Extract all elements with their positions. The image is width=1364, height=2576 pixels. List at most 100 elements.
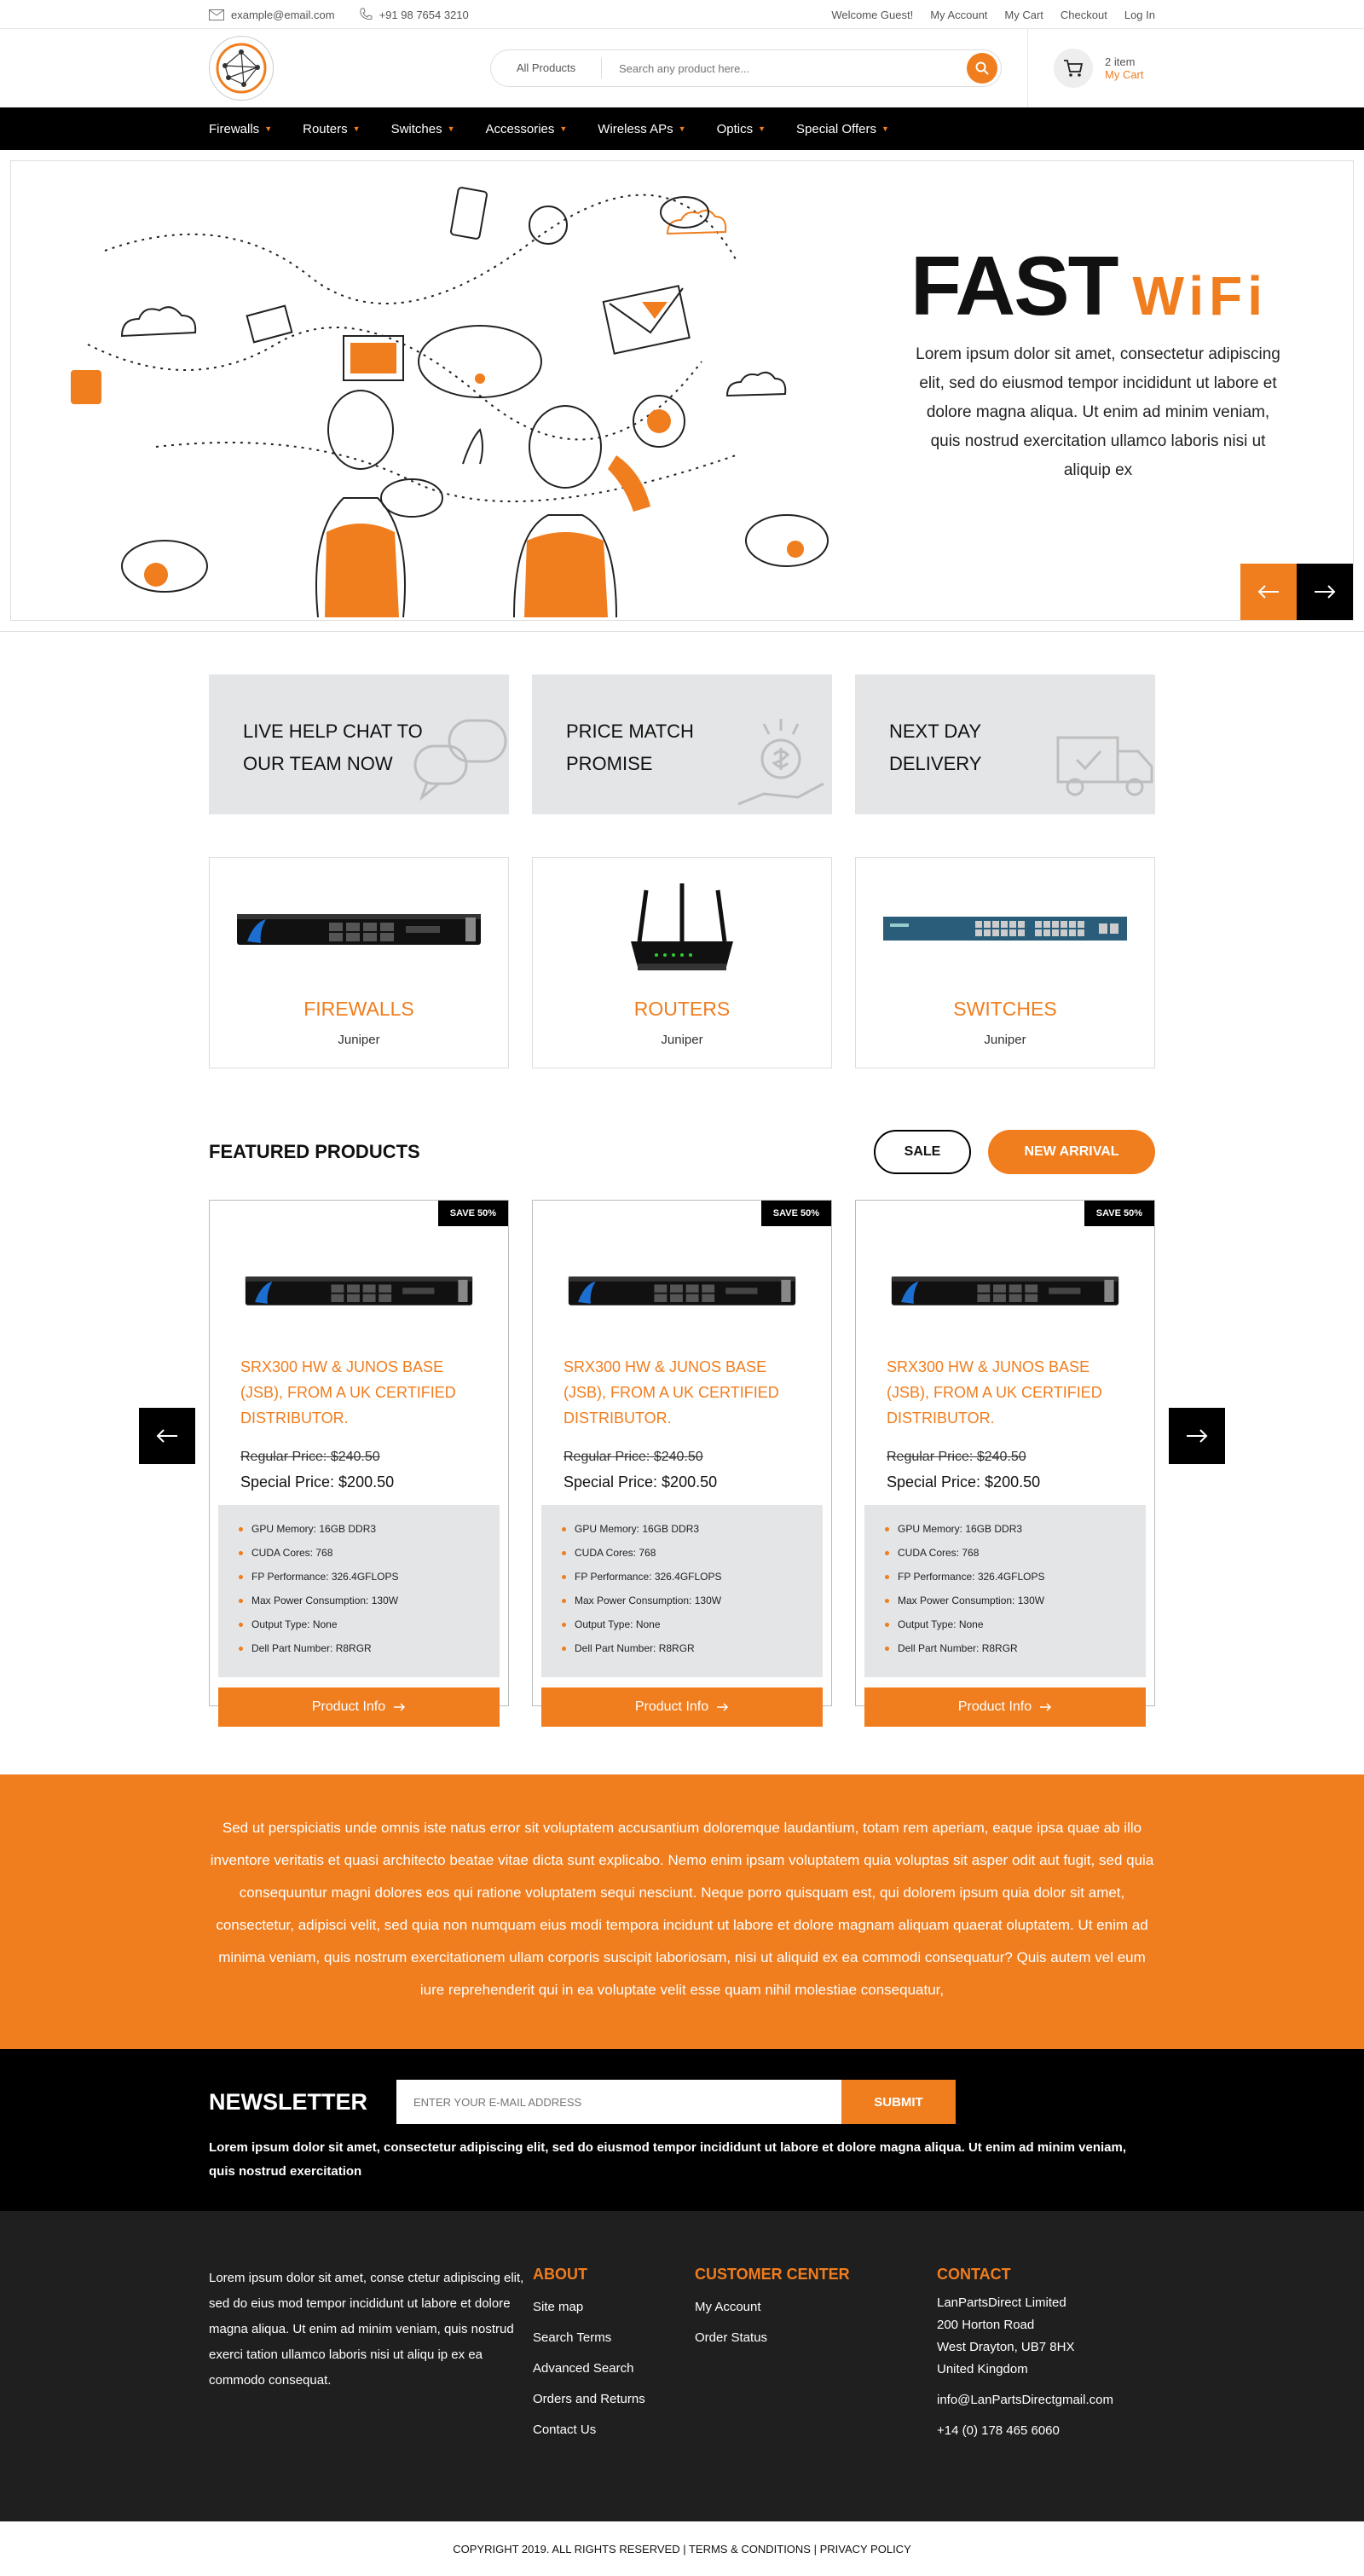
welcome-link[interactable]: Welcome Guest! — [831, 9, 913, 21]
featured-heading: FEATURED PRODUCTS — [209, 1141, 420, 1162]
product-info-label: Product Info — [311, 1699, 386, 1714]
feature-live-chat[interactable]: LIVE HELP CHAT TO OUR TEAM NOW — [209, 674, 509, 814]
nav-item-firewalls[interactable]: Firewalls ▼ — [209, 122, 272, 136]
new-arrival-tab-button[interactable]: NEW ARRIVAL — [988, 1130, 1155, 1174]
arrow-left-icon — [1257, 585, 1279, 599]
product-title[interactable]: SRX300 HW & JUNOS BASE (JSB), FROM A UK … — [864, 1354, 1146, 1431]
spec-item: FP Performance: 326.4GFLOPS — [885, 1565, 1125, 1589]
cart-icon-wrap — [1054, 49, 1093, 88]
hero-prev-button[interactable] — [1240, 564, 1297, 620]
phone-icon — [359, 8, 373, 20]
nav-item-switches[interactable]: Switches ▼ — [391, 122, 455, 136]
spec-item: Dell Part Number: R8RGR — [562, 1636, 802, 1660]
delivery-truck-icon — [1056, 736, 1153, 796]
hero-next-button[interactable] — [1297, 564, 1353, 620]
discount-badge: SAVE 50% — [437, 1201, 508, 1226]
feature-next-day[interactable]: NEXT DAY DELIVERY — [855, 674, 1155, 814]
hero-slider: FAST WiFi Lorem ipsum dolor sit amet, co… — [10, 160, 1354, 621]
feature-price-match[interactable]: PRICE MATCH PROMISE — [532, 674, 832, 814]
product-image[interactable] — [864, 1226, 1146, 1354]
product-title[interactable]: SRX300 HW & JUNOS BASE (JSB), FROM A UK … — [218, 1354, 500, 1431]
newsletter-submit-button[interactable]: SUBMIT — [841, 2080, 956, 2124]
hero-title: FAST WiFi — [910, 238, 1268, 334]
checkout-link[interactable]: Checkout — [1061, 9, 1107, 21]
contact-line: LanPartsDirect Limited — [937, 2295, 1066, 2310]
contact-line: West Drayton, UB7 8HX — [937, 2340, 1075, 2354]
category-brand: Juniper — [984, 1033, 1026, 1047]
newsletter-heading: NEWSLETTER — [209, 2088, 367, 2115]
contact-email[interactable]: info@LanPartsDirectgmail.com — [937, 2389, 1113, 2411]
product-title[interactable]: SRX300 HW & JUNOS BASE (JSB), FROM A UK … — [541, 1354, 823, 1431]
phone-contact[interactable]: +91 98 7654 3210 — [359, 8, 469, 21]
spec-item: FP Performance: 326.4GFLOPS — [239, 1565, 479, 1589]
spec-item: Max Power Consumption: 130W — [562, 1589, 802, 1612]
header: All Products 2 item My Cart — [0, 29, 1364, 107]
carousel-prev-button[interactable] — [139, 1408, 195, 1464]
regular-price: Regular Price: $240.50 — [887, 1450, 1026, 1464]
spec-item: Output Type: None — [885, 1612, 1125, 1636]
top-links: Welcome Guest! My Account My Cart Checko… — [831, 9, 1155, 21]
footer-link-advanced-search[interactable]: Advanced Search — [533, 2353, 695, 2384]
my-account-link[interactable]: My Account — [930, 9, 987, 21]
search-button[interactable] — [967, 53, 997, 84]
spec-item: Max Power Consumption: 130W — [239, 1589, 479, 1612]
caret-down-icon: ▼ — [352, 124, 361, 133]
nav-item-special-offers[interactable]: Special Offers ▼ — [796, 122, 889, 136]
footer-link-contact-us[interactable]: Contact Us — [533, 2415, 695, 2446]
email-contact[interactable]: example@email.com — [209, 9, 335, 21]
search-input[interactable] — [602, 61, 967, 75]
site-logo[interactable] — [209, 36, 274, 101]
product-image[interactable] — [218, 1226, 500, 1354]
nav-item-accessories[interactable]: Accessories ▼ — [486, 122, 568, 136]
arrow-right-icon — [1187, 1429, 1208, 1443]
category-switches[interactable]: SWITCHES Juniper — [855, 857, 1155, 1068]
category-cards: FIREWALLS Juniper ROUTERS Juniper SWITCH… — [209, 857, 1155, 1068]
sale-tab-button[interactable]: SALE — [874, 1130, 971, 1174]
nav-label: Special Offers — [796, 121, 876, 136]
footer-heading: CONTACT — [937, 2266, 1011, 2283]
footer-customer-column: CUSTOMER CENTER My Account Order Status — [695, 2266, 937, 2446]
footer-link-site-map[interactable]: Site map — [533, 2292, 695, 2323]
newsletter-section: NEWSLETTER SUBMIT Lorem ipsum dolor sit … — [0, 2049, 1364, 2211]
featured-header: FEATURED PRODUCTS SALE NEW ARRIVAL — [209, 1130, 1155, 1174]
product-image[interactable] — [541, 1226, 823, 1354]
cart-icon — [1064, 60, 1084, 77]
discount-badge: SAVE 50% — [1084, 1201, 1154, 1226]
footer-link-orders-returns[interactable]: Orders and Returns — [533, 2384, 695, 2415]
mini-cart[interactable]: 2 item My Cart — [1054, 49, 1144, 88]
arrow-right-icon — [717, 1703, 729, 1711]
nav-item-optics[interactable]: Optics ▼ — [717, 122, 766, 136]
category-firewalls[interactable]: FIREWALLS Juniper — [209, 857, 509, 1068]
product-info-button[interactable]: Product Info — [218, 1687, 500, 1727]
hero-illustration — [71, 187, 829, 617]
product-info-button[interactable]: Product Info — [541, 1687, 823, 1727]
regular-price: Regular Price: $240.50 — [564, 1450, 703, 1464]
nav-item-routers[interactable]: Routers ▼ — [303, 122, 360, 136]
carousel-next-button[interactable] — [1169, 1408, 1225, 1464]
spec-item: Output Type: None — [562, 1612, 802, 1636]
product-info-button[interactable]: Product Info — [864, 1687, 1146, 1727]
footer-heading: ABOUT — [533, 2266, 587, 2283]
spec-item: CUDA Cores: 768 — [885, 1541, 1125, 1565]
product-carousel: SAVE 50% SRX300 HW & JUNOS BASE (JSB), F… — [139, 1200, 1225, 1727]
footer-link-order-status[interactable]: Order Status — [695, 2323, 937, 2353]
newsletter-text: Lorem ipsum dolor sit amet, consectetur … — [209, 2140, 1127, 2179]
contact-line: 200 Horton Road — [937, 2318, 1035, 2332]
footer-contact-column: CONTACT LanPartsDirect Limited 200 Horto… — [937, 2266, 1113, 2446]
hero-title-main: FAST — [910, 239, 1118, 333]
search-category-select[interactable]: All Products — [491, 58, 602, 78]
spec-list: GPU Memory: 16GB DDR3 CUDA Cores: 768 FP… — [864, 1505, 1146, 1677]
footer-link-my-account[interactable]: My Account — [695, 2292, 937, 2323]
category-name: FIREWALLS — [303, 998, 414, 1020]
nav-item-wireless-aps[interactable]: Wireless APs ▼ — [598, 122, 685, 136]
footer-link-search-terms[interactable]: Search Terms — [533, 2323, 695, 2353]
hero-title-accent: WiFi — [1132, 265, 1268, 327]
cart-count: 2 item — [1105, 55, 1136, 68]
category-routers[interactable]: ROUTERS Juniper — [532, 857, 832, 1068]
newsletter-email-input[interactable] — [396, 2080, 841, 2124]
my-cart-link[interactable]: My Cart — [1004, 9, 1043, 21]
login-link[interactable]: Log In — [1124, 9, 1155, 21]
category-brand: Juniper — [661, 1033, 703, 1047]
caret-down-icon: ▼ — [678, 124, 686, 133]
contact-phone[interactable]: +14 (0) 178 465 6060 — [937, 2420, 1113, 2442]
